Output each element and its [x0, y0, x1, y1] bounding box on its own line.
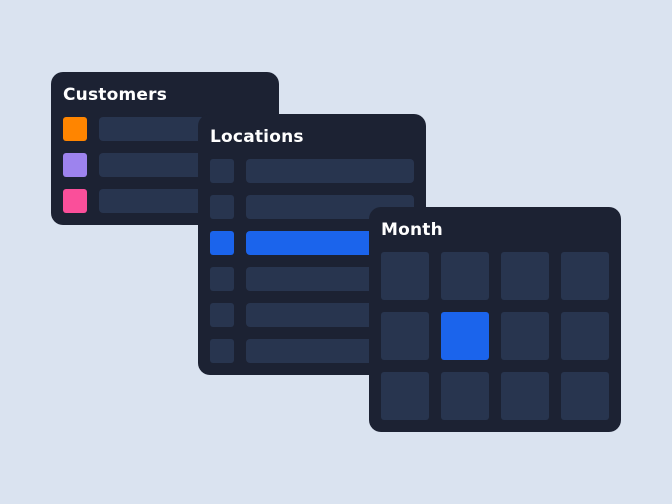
month-cell[interactable] — [441, 372, 489, 420]
month-title: Month — [381, 220, 443, 240]
month-cell[interactable] — [561, 312, 609, 360]
month-cell[interactable] — [381, 312, 429, 360]
location-checkbox[interactable] — [210, 339, 234, 363]
month-cell[interactable] — [501, 252, 549, 300]
month-cell[interactable] — [561, 372, 609, 420]
location-checkbox[interactable] — [210, 303, 234, 327]
month-cell[interactable] — [381, 252, 429, 300]
month-cell[interactable] — [441, 252, 489, 300]
purple-swatch-icon — [63, 153, 87, 177]
location-checkbox[interactable] — [210, 231, 234, 255]
month-card: Month — [369, 207, 621, 432]
location-checkbox[interactable] — [210, 267, 234, 291]
month-cell[interactable] — [501, 372, 549, 420]
locations-title: Locations — [210, 127, 304, 147]
orange-swatch-icon — [63, 117, 87, 141]
customers-title: Customers — [63, 85, 168, 105]
month-cell[interactable] — [561, 252, 609, 300]
month-cell[interactable] — [501, 312, 549, 360]
location-name-placeholder — [246, 159, 414, 183]
month-cell-selected[interactable] — [441, 312, 489, 360]
location-checkbox[interactable] — [210, 159, 234, 183]
location-checkbox[interactable] — [210, 195, 234, 219]
pink-swatch-icon — [63, 189, 87, 213]
month-cell[interactable] — [381, 372, 429, 420]
